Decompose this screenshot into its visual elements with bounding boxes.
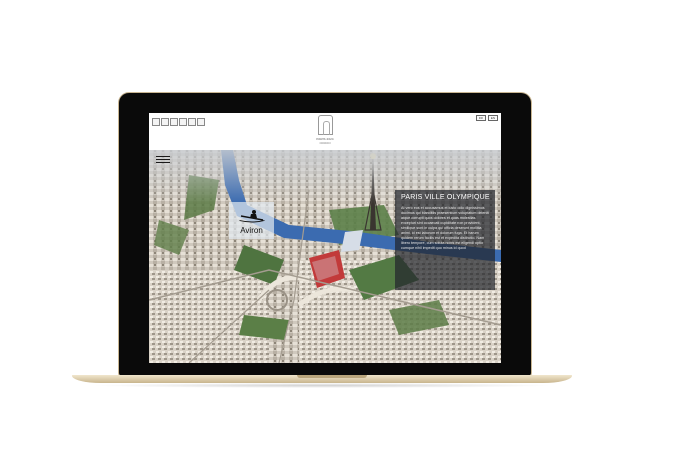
social-buttons — [152, 118, 205, 126]
sport-marker-aviron[interactable]: Aviron — [229, 202, 274, 239]
lang-en-button[interactable]: EN — [487, 115, 498, 121]
laptop-notch — [297, 375, 367, 378]
share-button-1[interactable] — [152, 118, 160, 126]
laptop-screen: PARIS 2024 ooooo FR EN Aviron PARIS VILL… — [149, 113, 501, 363]
aerial-photo-paris: Aviron PARIS VILLE OLYMPIQUE At vero eos… — [149, 150, 501, 363]
language-switcher: FR EN — [475, 115, 498, 121]
info-panel: PARIS VILLE OLYMPIQUE At vero eos et acc… — [395, 190, 495, 290]
share-button-4[interactable] — [179, 118, 187, 126]
share-button-3[interactable] — [170, 118, 178, 126]
share-button-6[interactable] — [197, 118, 205, 126]
lang-fr-button[interactable]: FR — [475, 115, 486, 121]
olympic-rings-icon: ooooo — [319, 140, 331, 145]
paris-2024-logo[interactable]: PARIS 2024 ooooo — [313, 115, 337, 148]
share-button-2[interactable] — [161, 118, 169, 126]
laptop-shadow — [90, 383, 554, 388]
share-button-5[interactable] — [188, 118, 196, 126]
menu-icon[interactable] — [156, 156, 170, 165]
info-body: At vero eos et accusamus et iusto odio d… — [401, 206, 490, 250]
site-header: PARIS 2024 ooooo FR EN — [149, 113, 501, 150]
info-title: PARIS VILLE OLYMPIQUE — [401, 194, 490, 201]
laptop-mockup: PARIS 2024 ooooo FR EN Aviron PARIS VILL… — [0, 0, 676, 465]
sport-label: Aviron — [240, 226, 263, 235]
logo-icon — [317, 115, 333, 135]
rowing-icon — [238, 210, 265, 223]
